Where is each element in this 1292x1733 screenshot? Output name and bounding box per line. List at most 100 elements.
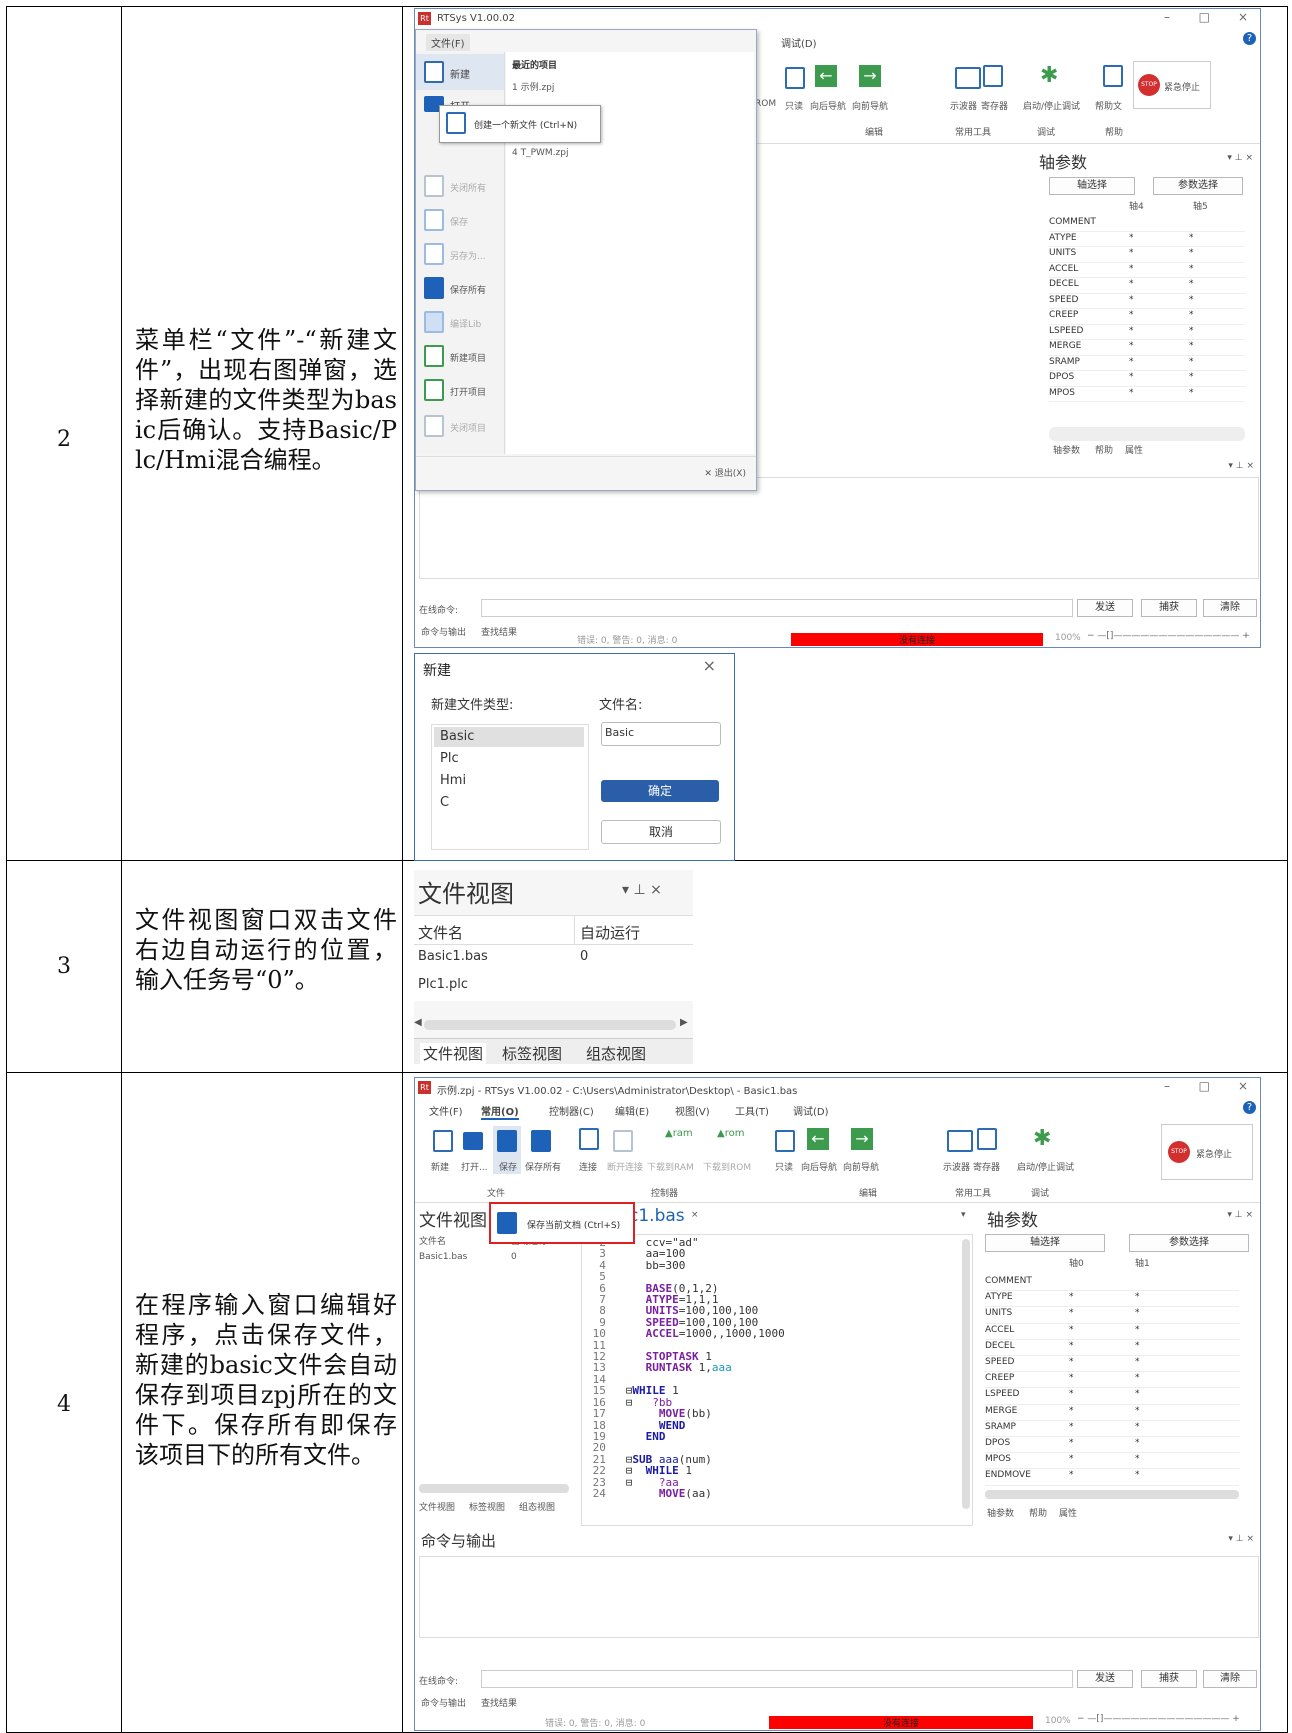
tab-file-view[interactable]: 文件视图 xyxy=(419,1500,455,1513)
download-ram-icon[interactable]: ▲ram xyxy=(665,1128,693,1139)
axis-param-value[interactable]: * xyxy=(1069,1406,1074,1416)
tab-find-results[interactable]: 查找结果 xyxy=(481,1696,517,1709)
tool-open[interactable]: 打开... xyxy=(461,1160,488,1173)
axis-param-value[interactable]: * xyxy=(1189,295,1194,305)
axis-select-button[interactable]: 轴选择 xyxy=(1049,177,1135,195)
h-scrollbar[interactable] xyxy=(1049,427,1245,441)
menu-item-new-project[interactable]: 新建项目 xyxy=(416,340,504,372)
menu-debug[interactable]: 调试(D) xyxy=(781,35,817,50)
emergency-stop-button[interactable]: STOP 紧急停止 xyxy=(1161,1124,1253,1180)
axis-param-value[interactable]: * xyxy=(1069,1470,1074,1480)
recent-item[interactable]: 1 示例.zpj xyxy=(512,80,554,93)
tool-new[interactable]: 新建 xyxy=(431,1160,449,1173)
forward-arrow-icon[interactable]: → xyxy=(859,65,881,87)
tool-readonly[interactable]: 只读 xyxy=(775,1160,793,1173)
tool-save[interactable]: 保存 xyxy=(499,1160,517,1173)
online-cmd-input[interactable] xyxy=(481,599,1073,617)
axis-param-value[interactable]: * xyxy=(1135,1357,1140,1367)
tab-find-results[interactable]: 查找结果 xyxy=(481,625,517,638)
h-scrollbar[interactable] xyxy=(419,1484,569,1493)
param-select-button[interactable]: 参数选择 xyxy=(1129,1234,1249,1252)
help-doc-icon[interactable] xyxy=(1103,65,1123,87)
axis-param-value[interactable]: * xyxy=(1129,341,1134,351)
disconnect-icon[interactable] xyxy=(613,1130,633,1152)
minimize-icon[interactable]: – xyxy=(1164,10,1170,24)
file-type-plc[interactable]: Plc xyxy=(440,751,459,766)
menu-tools[interactable]: 工具(T) xyxy=(735,1103,769,1118)
autorun-value[interactable]: 0 xyxy=(511,1252,517,1262)
panel-controls-icon[interactable]: ▾ ⊥ × xyxy=(1227,153,1253,163)
axis-param-value[interactable]: * xyxy=(1135,1292,1140,1302)
connect-icon[interactable] xyxy=(579,1128,599,1150)
menu-file[interactable]: 文件(F) xyxy=(429,1103,463,1118)
new-file-icon[interactable] xyxy=(433,1130,453,1152)
readonly-icon[interactable] xyxy=(785,67,805,89)
axis-param-value[interactable]: * xyxy=(1135,1438,1140,1448)
axis-param-value[interactable]: * xyxy=(1135,1341,1140,1351)
tool-forward[interactable]: 向前导航 xyxy=(852,99,888,112)
online-cmd-input[interactable] xyxy=(481,1670,1073,1688)
tool-back[interactable]: 向后导航 xyxy=(810,99,846,112)
axis-param-value[interactable]: * xyxy=(1189,357,1194,367)
axis-param-value[interactable]: * xyxy=(1129,248,1134,258)
tool-register[interactable]: 寄存器 xyxy=(981,99,1008,112)
recent-item[interactable]: 4 T_PWM.zpj xyxy=(512,148,568,158)
capture-button[interactable]: 捕获 xyxy=(1141,599,1197,617)
menu-item-open-project[interactable]: 打开项目 xyxy=(416,374,504,406)
cancel-button[interactable]: 取消 xyxy=(601,820,721,844)
debug-bug-icon[interactable]: ✱ xyxy=(1040,63,1058,88)
dialog-close-icon[interactable]: × xyxy=(703,656,716,675)
tool-forward[interactable]: 向前导航 xyxy=(843,1160,879,1173)
axis-param-value[interactable]: * xyxy=(1135,1406,1140,1416)
axis-param-value[interactable]: * xyxy=(1129,357,1134,367)
tool-back[interactable]: 向后导航 xyxy=(801,1160,837,1173)
axis-param-value[interactable]: * xyxy=(1189,264,1194,274)
file-name[interactable]: Basic1.bas xyxy=(418,949,488,964)
axis-param-value[interactable]: * xyxy=(1189,372,1194,382)
save-all-icon[interactable] xyxy=(531,1130,551,1152)
axis-param-value[interactable]: * xyxy=(1189,310,1194,320)
axis-param-value[interactable]: * xyxy=(1189,233,1194,243)
h-scrollbar[interactable] xyxy=(424,1020,676,1030)
axis-param-value[interactable]: * xyxy=(1129,388,1134,398)
panel-controls-icon[interactable]: ▾ ⊥ × xyxy=(1228,461,1254,471)
panel-controls-icon[interactable]: ▾ ⊥ × xyxy=(1227,1210,1253,1220)
tab-file-view[interactable]: 文件视图 xyxy=(420,1043,487,1064)
oscilloscope-icon[interactable] xyxy=(955,67,981,89)
forward-arrow-icon[interactable]: → xyxy=(851,1128,873,1150)
autorun-value[interactable]: 0 xyxy=(580,949,588,964)
menu-item-save-as[interactable]: 另存为... xyxy=(416,238,504,270)
menu-item-save-all[interactable]: 保存所有 xyxy=(416,272,504,304)
tool-helpdoc[interactable]: 帮助文 xyxy=(1095,99,1122,112)
scroll-left-icon[interactable]: ◀ xyxy=(414,1017,422,1028)
minimize-icon[interactable]: – xyxy=(1164,1079,1170,1093)
tool-register[interactable]: 寄存器 xyxy=(973,1160,1000,1173)
menu-common[interactable]: 常用(O) xyxy=(481,1103,519,1120)
file-type-basic[interactable]: Basic xyxy=(440,729,474,744)
axis-param-value[interactable]: * xyxy=(1135,1454,1140,1464)
menu-item-close-all[interactable]: 关闭所有 xyxy=(416,170,504,202)
v-scrollbar[interactable] xyxy=(962,1239,970,1509)
emergency-stop-button[interactable]: STOP 紧急停止 xyxy=(1133,61,1211,109)
tab-config-view[interactable]: 组态视图 xyxy=(586,1043,646,1064)
file-type-hmi[interactable]: Hmi xyxy=(440,773,466,788)
axis-param-value[interactable]: * xyxy=(1135,1308,1140,1318)
help-icon[interactable]: ? xyxy=(1243,1101,1256,1114)
menu-debug[interactable]: 调试(D) xyxy=(793,1103,829,1118)
menu-item-compile-lib[interactable]: 编译Lib xyxy=(416,306,504,338)
axis-param-value[interactable]: * xyxy=(1189,388,1194,398)
h-scrollbar[interactable] xyxy=(985,1490,1239,1499)
menu-controller[interactable]: 控制器(C) xyxy=(549,1103,594,1118)
axis-param-value[interactable]: * xyxy=(1129,372,1134,382)
maximize-icon[interactable]: □ xyxy=(1199,10,1210,24)
axis-param-value[interactable]: * xyxy=(1135,1373,1140,1383)
axis-param-value[interactable]: * xyxy=(1069,1341,1074,1351)
file-name[interactable]: Basic1.bas xyxy=(419,1252,467,1262)
save-icon[interactable] xyxy=(497,1130,517,1152)
axis-param-value[interactable]: * xyxy=(1135,1389,1140,1399)
axis-param-value[interactable]: * xyxy=(1129,326,1134,336)
tool-debug[interactable]: 启动/停止调试 xyxy=(1023,99,1080,112)
tab-properties[interactable]: 属性 xyxy=(1125,443,1143,456)
download-rom-icon[interactable]: ▲rom xyxy=(717,1128,744,1139)
menu-edit[interactable]: 编辑(E) xyxy=(615,1103,649,1118)
